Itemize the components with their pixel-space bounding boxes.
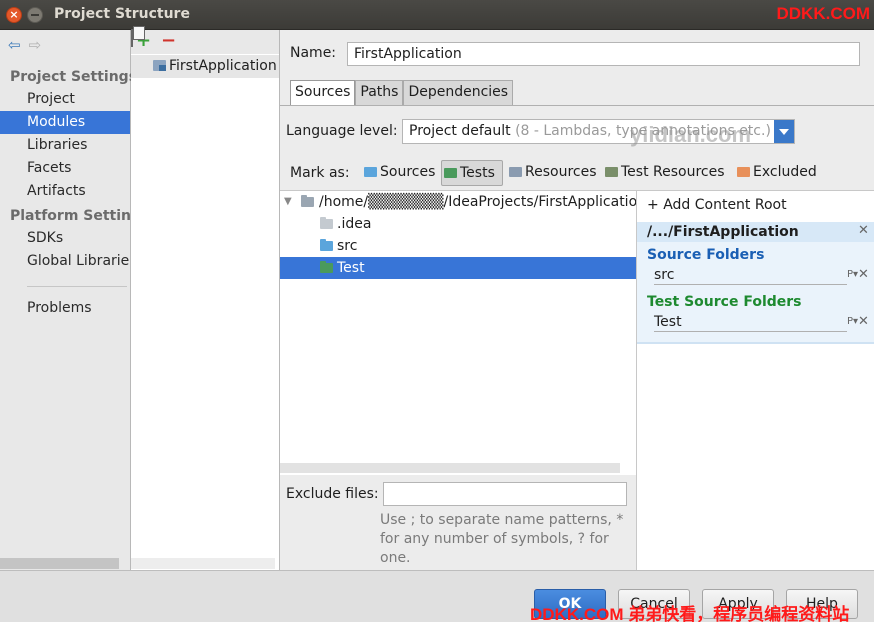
sidebar-item-libraries[interactable]: Libraries bbox=[0, 134, 130, 157]
tree-row-test[interactable]: Test bbox=[280, 257, 636, 279]
tests-folder-icon bbox=[444, 168, 457, 178]
copy-module-icon[interactable] bbox=[131, 29, 133, 47]
exclude-files-help: Use ; to separate name patterns, * for a… bbox=[380, 512, 624, 566]
mark-tests-button[interactable]: Tests bbox=[441, 160, 503, 186]
source-folder-entry: src bbox=[654, 266, 847, 285]
test-source-folders-title: Test Source Folders bbox=[647, 294, 802, 310]
plus-icon: + bbox=[647, 197, 659, 213]
watermark-top: DDKK.COM bbox=[776, 4, 871, 23]
mark-sources-button[interactable]: Sources bbox=[362, 160, 435, 186]
mark-tests-label: Tests bbox=[460, 165, 495, 181]
dropdown-arrow-icon[interactable] bbox=[774, 120, 794, 143]
tab-divider bbox=[280, 105, 874, 106]
mark-excluded-label: Excluded bbox=[753, 164, 817, 180]
nav-arrows: ⇦ ⇨ bbox=[8, 36, 41, 54]
tab-sources[interactable]: Sources bbox=[290, 80, 356, 105]
watermark-bottom: DDKK.COM 弟弟快看，程序员编程资料站 bbox=[530, 605, 850, 622]
tree-root-label: /home/▒▒▒▒▒▒▒/IdeaProjects/FirstApplicat… bbox=[319, 194, 636, 210]
add-content-root-button[interactable]: + Add Content Root bbox=[647, 197, 787, 213]
tree-row-idea[interactable]: .idea bbox=[280, 213, 636, 235]
module-list-scrollbar[interactable] bbox=[131, 558, 275, 569]
source-folder-icon bbox=[320, 239, 333, 251]
tree-test-label: Test bbox=[337, 260, 365, 276]
window-title: Project Structure bbox=[54, 6, 190, 22]
remove-content-root-icon[interactable]: ✕ bbox=[858, 223, 869, 238]
tree-row-root[interactable]: ▼ /home/▒▒▒▒▒▒▒/IdeaProjects/FirstApplic… bbox=[280, 191, 636, 213]
mark-test-resources-button[interactable]: Test Resources bbox=[603, 160, 725, 186]
module-folder-icon bbox=[153, 60, 166, 71]
sources-folder-icon bbox=[364, 167, 377, 177]
remove-source-folder-icon[interactable]: ✕ bbox=[858, 267, 869, 282]
platform-settings-title: Platform Settings bbox=[10, 208, 150, 224]
tree-horizontal-scrollbar[interactable] bbox=[280, 463, 620, 473]
content-root-path: /.../FirstApplication bbox=[647, 224, 799, 240]
content-root-panel: + Add Content Root /.../FirstApplication… bbox=[636, 190, 874, 570]
watermark-middle: yiidian.com bbox=[630, 122, 752, 147]
tree-idea-label: .idea bbox=[337, 216, 372, 232]
tab-paths[interactable]: Paths bbox=[355, 80, 404, 105]
title-bar: × Project Structure DDKK.COM bbox=[0, 0, 874, 30]
tree-row-src[interactable]: src bbox=[280, 235, 636, 257]
project-settings-title: Project Settings bbox=[10, 69, 138, 85]
tree-src-label: src bbox=[337, 238, 358, 254]
add-content-root-label: Add Content Root bbox=[663, 197, 787, 213]
resources-folder-icon bbox=[509, 167, 522, 177]
sidebar-scrollbar[interactable] bbox=[0, 558, 119, 569]
mark-resources-label: Resources bbox=[525, 164, 597, 180]
module-item-label: FirstApplication bbox=[169, 58, 277, 74]
sidebar-item-sdks[interactable]: SDKs bbox=[0, 227, 130, 250]
sidebar-separator bbox=[27, 286, 127, 287]
language-level-label: Language level: bbox=[286, 123, 398, 139]
module-tabs: Sources Paths Dependencies bbox=[290, 80, 514, 105]
excluded-folder-icon bbox=[737, 167, 750, 177]
content-root-header: /.../FirstApplication ✕ bbox=[637, 222, 874, 242]
dialog-button-bar: OK Cancel Apply Help DDKK.COM 弟弟快看，程序员编程… bbox=[0, 570, 874, 622]
test-resources-folder-icon bbox=[605, 167, 618, 177]
sidebar-item-facets[interactable]: Facets bbox=[0, 157, 130, 180]
mark-test-resources-label: Test Resources bbox=[621, 164, 725, 180]
module-settings-panel: Name: FirstApplication Sources Paths Dep… bbox=[280, 30, 874, 570]
mark-as-label: Mark as: bbox=[290, 165, 350, 181]
close-window-button[interactable]: × bbox=[6, 7, 22, 23]
mark-sources-label: Sources bbox=[380, 164, 436, 180]
mark-excluded-button[interactable]: Excluded bbox=[735, 160, 817, 186]
collapse-icon[interactable]: ▼ bbox=[284, 191, 292, 213]
sidebar-item-problems[interactable]: Problems bbox=[0, 297, 130, 320]
exclude-files-label: Exclude files: bbox=[286, 486, 379, 502]
language-level-value: Project default bbox=[409, 123, 511, 139]
back-arrow-icon[interactable]: ⇦ bbox=[8, 36, 21, 54]
forward-arrow-icon[interactable]: ⇨ bbox=[29, 36, 42, 54]
module-toolbar: + − bbox=[131, 29, 279, 54]
minimize-window-button[interactable] bbox=[27, 7, 43, 23]
edit-properties-icon[interactable]: P▾ bbox=[847, 269, 858, 280]
remove-module-icon[interactable]: − bbox=[161, 31, 176, 51]
name-label: Name: bbox=[290, 45, 337, 61]
settings-sidebar: ⇦ ⇨ Project Settings Project Modules Libr… bbox=[0, 30, 149, 570]
module-item[interactable]: FirstApplication bbox=[131, 55, 279, 78]
test-folder-icon bbox=[320, 261, 333, 273]
folder-icon bbox=[320, 217, 333, 229]
remove-test-folder-icon[interactable]: ✕ bbox=[858, 314, 869, 329]
sidebar-item-project[interactable]: Project bbox=[0, 88, 130, 111]
tab-dependencies[interactable]: Dependencies bbox=[403, 80, 514, 105]
sidebar-item-artifacts[interactable]: Artifacts bbox=[0, 180, 130, 203]
mark-resources-button[interactable]: Resources bbox=[507, 160, 597, 186]
edit-properties-icon[interactable]: P▾ bbox=[847, 316, 858, 327]
content-root-block: /.../FirstApplication ✕ Source Folders s… bbox=[637, 222, 874, 344]
module-name-input[interactable]: FirstApplication bbox=[347, 42, 860, 66]
exclude-files-input[interactable] bbox=[383, 482, 627, 506]
sidebar-item-modules[interactable]: Modules bbox=[0, 111, 130, 134]
source-folders-title: Source Folders bbox=[647, 247, 765, 263]
test-source-folder-entry: Test bbox=[654, 313, 847, 332]
folder-icon bbox=[301, 195, 314, 207]
sidebar-item-global-libraries[interactable]: Global Libraries bbox=[0, 250, 130, 273]
directory-tree: ▼ /home/▒▒▒▒▒▒▒/IdeaProjects/FirstApplic… bbox=[280, 190, 636, 475]
module-list-panel: + − FirstApplication bbox=[131, 29, 280, 570]
